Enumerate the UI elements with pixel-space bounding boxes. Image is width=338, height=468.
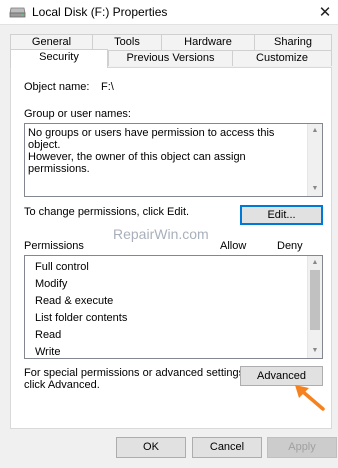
allow-header: Allow (220, 240, 247, 252)
ok-button[interactable]: OK (116, 437, 186, 458)
scroll-up-icon[interactable]: ▲ (308, 256, 322, 270)
watermark: RepairWin.com (113, 226, 209, 242)
window-title: Local Disk (F:) Properties (32, 5, 168, 19)
object-name-value: F:\ (101, 81, 114, 93)
deny-header: Deny (277, 240, 303, 252)
special-permissions-text-line1: For special permissions or advanced sett… (24, 367, 248, 379)
apply-button[interactable]: Apply (267, 437, 337, 458)
arrow-annotation-icon (295, 385, 325, 411)
change-permissions-text: To change permissions, click Edit. (24, 206, 190, 218)
tab-sharing[interactable]: Sharing (254, 34, 332, 50)
cancel-button[interactable]: Cancel (192, 437, 262, 458)
permission-modify: Modify (35, 278, 68, 290)
tab-hardware[interactable]: Hardware (161, 34, 255, 50)
tab-customize[interactable]: Customize (232, 50, 332, 66)
special-permissions-text-line2: click Advanced. (24, 379, 100, 391)
drive-icon (9, 7, 26, 18)
permission-read-execute: Read & execute (35, 295, 114, 307)
tab-security[interactable]: Security (10, 49, 108, 68)
group-names-label: Group or user names: (24, 108, 131, 120)
permissions-scrollbar[interactable]: ▲ ▼ (307, 256, 322, 358)
permission-write: Write (35, 346, 61, 358)
group-message: No groups or users have permission to ac… (28, 127, 298, 175)
tab-general[interactable]: General (10, 34, 93, 50)
edit-button[interactable]: Edit... (240, 205, 323, 225)
permission-read: Read (35, 329, 62, 341)
permission-list-folder: List folder contents (35, 312, 128, 324)
permissions-list[interactable]: Full control Modify Read & execute List … (24, 255, 323, 359)
scroll-thumb[interactable] (310, 270, 320, 330)
object-name-label: Object name: (24, 81, 90, 93)
group-list-scrollbar[interactable]: ▲ ▼ (307, 124, 322, 196)
tab-previous-versions[interactable]: Previous Versions (108, 50, 233, 66)
scroll-down-icon[interactable]: ▼ (308, 182, 322, 196)
permission-full-control: Full control (35, 261, 89, 273)
scroll-down-icon[interactable]: ▼ (308, 344, 322, 358)
permissions-label: Permissions (24, 240, 84, 252)
close-button[interactable]: ✕ (312, 0, 338, 24)
scroll-up-icon[interactable]: ▲ (308, 124, 322, 138)
group-names-list[interactable]: No groups or users have permission to ac… (24, 123, 323, 197)
group-message-line1: No groups or users have permission to ac… (28, 127, 275, 151)
tab-tools[interactable]: Tools (92, 34, 162, 50)
title-bar: Local Disk (F:) Properties ✕ (0, 0, 338, 25)
group-message-line2: However, the owner of this object can as… (28, 151, 246, 175)
